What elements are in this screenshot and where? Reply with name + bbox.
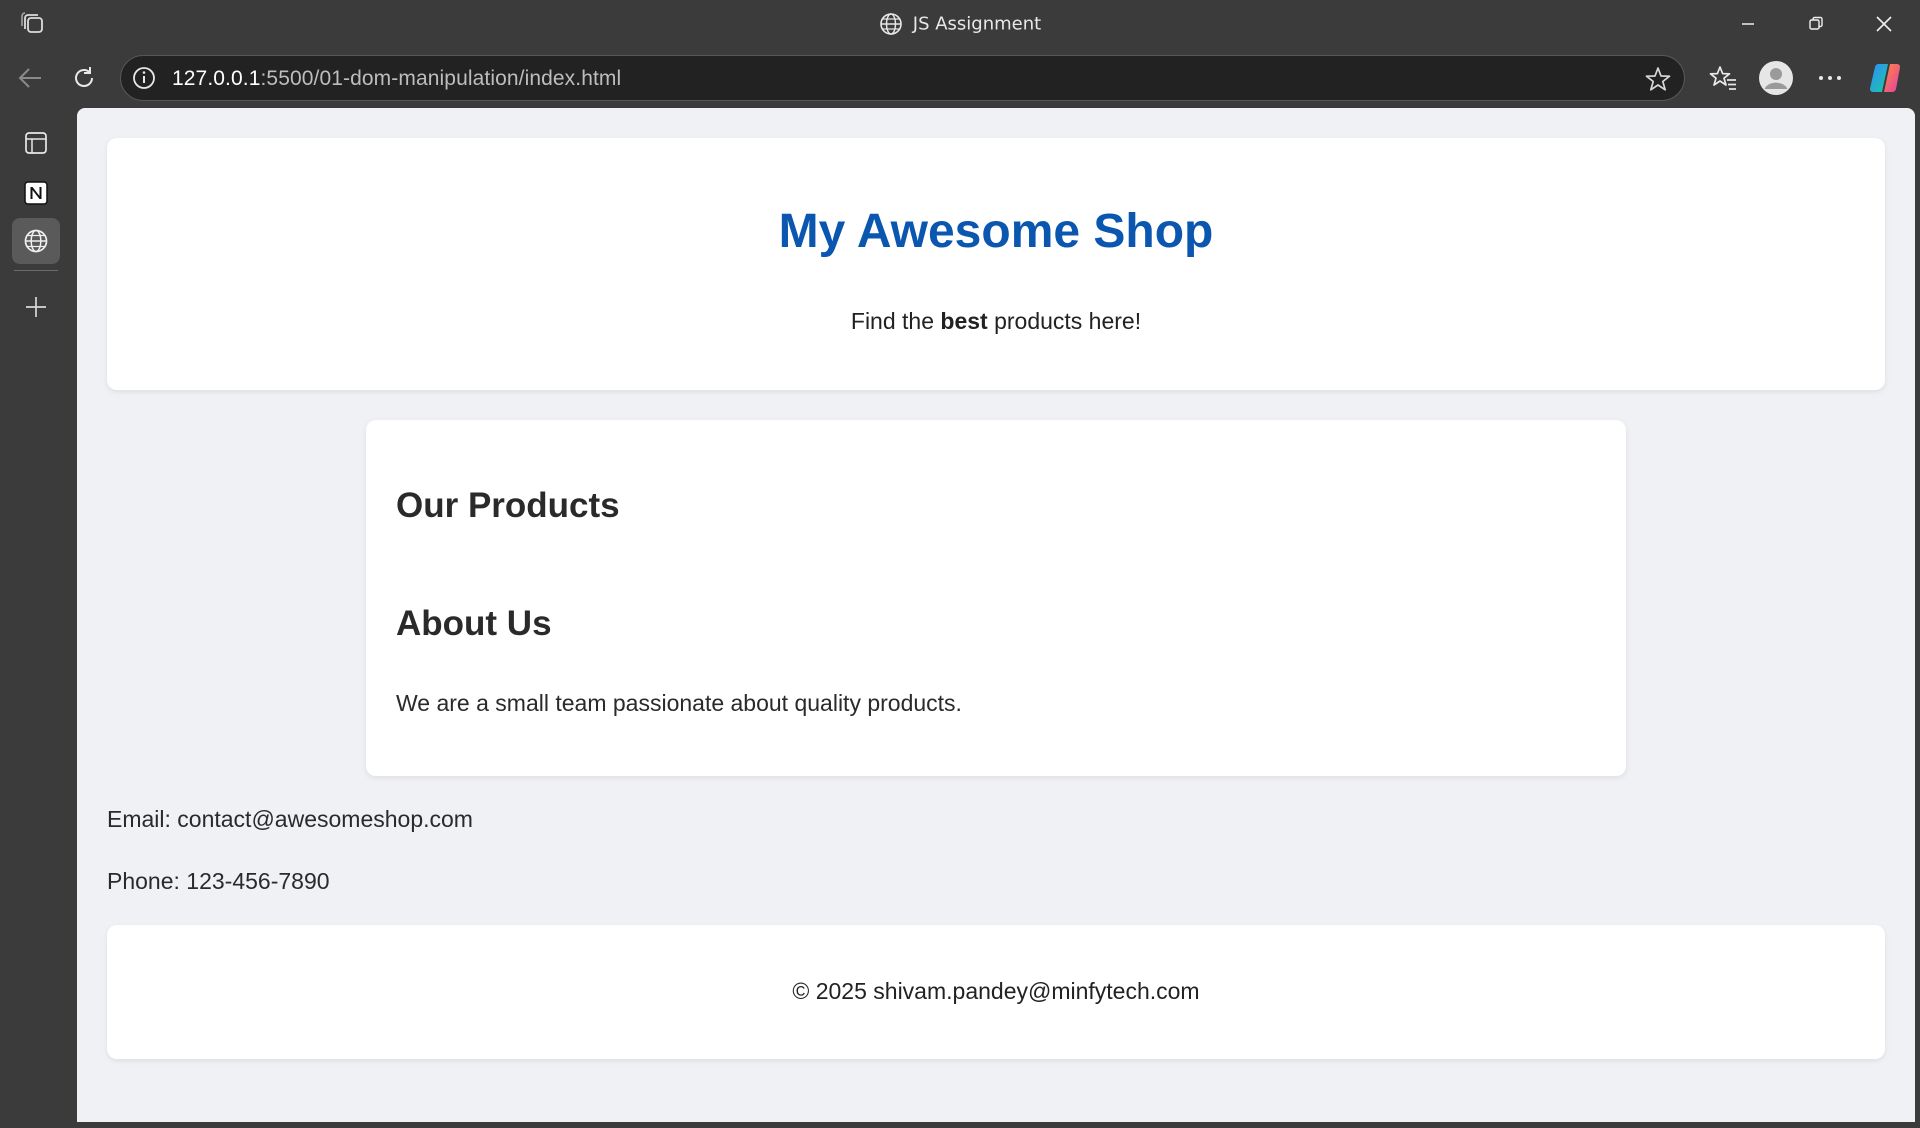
window-title-text: JS Assignment bbox=[912, 13, 1042, 35]
star-icon[interactable] bbox=[1644, 65, 1672, 93]
tagline-start: Find the bbox=[850, 308, 941, 334]
products-heading: Our Products bbox=[396, 486, 620, 525]
back-arrow-icon bbox=[18, 68, 41, 88]
about-heading: About Us bbox=[396, 604, 552, 643]
info-icon[interactable] bbox=[131, 65, 157, 91]
page-footer: © 2025 shivam.pandey@minfytech.com bbox=[107, 925, 1885, 1059]
page-title: My Awesome Shop bbox=[778, 205, 1214, 258]
tagline-bold: best bbox=[940, 308, 988, 334]
contact-email: Email: contact@awesomeshop.com bbox=[107, 806, 473, 832]
profile-button[interactable] bbox=[1756, 58, 1796, 98]
tab-actions-icon bbox=[25, 132, 47, 154]
browser-sidebar bbox=[0, 108, 76, 1128]
more-icon bbox=[1819, 76, 1841, 80]
globe-icon bbox=[879, 12, 903, 36]
favorites-icon bbox=[1709, 66, 1736, 90]
more-button[interactable] bbox=[1810, 58, 1850, 98]
avatar-icon bbox=[1759, 61, 1793, 95]
main-section: Our Products About Us We are a small tea… bbox=[366, 420, 1626, 776]
refresh-button[interactable] bbox=[64, 58, 104, 98]
title-bar: JS Assignment bbox=[0, 0, 1920, 50]
tab-actions-button[interactable] bbox=[12, 120, 60, 166]
window-title: JS Assignment bbox=[0, 12, 1920, 36]
favorites-button[interactable] bbox=[1703, 58, 1743, 98]
refresh-icon bbox=[75, 67, 93, 87]
restore-button[interactable] bbox=[1782, 0, 1850, 48]
page-viewport: My Awesome Shop Find the best products h… bbox=[77, 108, 1915, 1122]
url-text[interactable]: 127.0.0.1:5500/01-dom-manipulation/index… bbox=[172, 67, 621, 91]
about-text: We are a small team passionate about qua… bbox=[396, 690, 962, 716]
copyright-text: © 2025 shivam.pandey@minfytech.com bbox=[792, 978, 1200, 1004]
browser-toolbar: 127.0.0.1:5500/01-dom-manipulation/index… bbox=[0, 50, 1920, 106]
contact-phone: Phone: 123-456-7890 bbox=[107, 868, 330, 894]
minimize-icon bbox=[1742, 23, 1754, 25]
url-host: 127.0.0.1 bbox=[172, 67, 261, 90]
copilot-icon bbox=[1869, 63, 1901, 93]
tagline: Find the best products here! bbox=[107, 308, 1885, 335]
url-path: :5500/01-dom-manipulation/index.html bbox=[260, 67, 622, 90]
address-bar[interactable]: 127.0.0.1:5500/01-dom-manipulation/index… bbox=[120, 55, 1685, 101]
globe-icon bbox=[24, 229, 48, 253]
sidebar-divider bbox=[14, 270, 58, 271]
restore-icon bbox=[1809, 16, 1823, 30]
copilot-button[interactable] bbox=[1866, 58, 1906, 98]
add-app-button[interactable] bbox=[12, 284, 60, 330]
notion-app-button[interactable] bbox=[12, 170, 60, 216]
close-icon bbox=[1876, 16, 1892, 32]
notion-icon bbox=[24, 181, 48, 205]
minimize-button[interactable] bbox=[1714, 0, 1782, 48]
back-button[interactable] bbox=[10, 58, 50, 98]
tagline-end: products here! bbox=[987, 308, 1142, 334]
add-icon bbox=[26, 297, 46, 317]
web-app-button[interactable] bbox=[12, 218, 60, 264]
close-button[interactable] bbox=[1850, 0, 1918, 48]
page-header: My Awesome Shop Find the best products h… bbox=[107, 138, 1885, 390]
